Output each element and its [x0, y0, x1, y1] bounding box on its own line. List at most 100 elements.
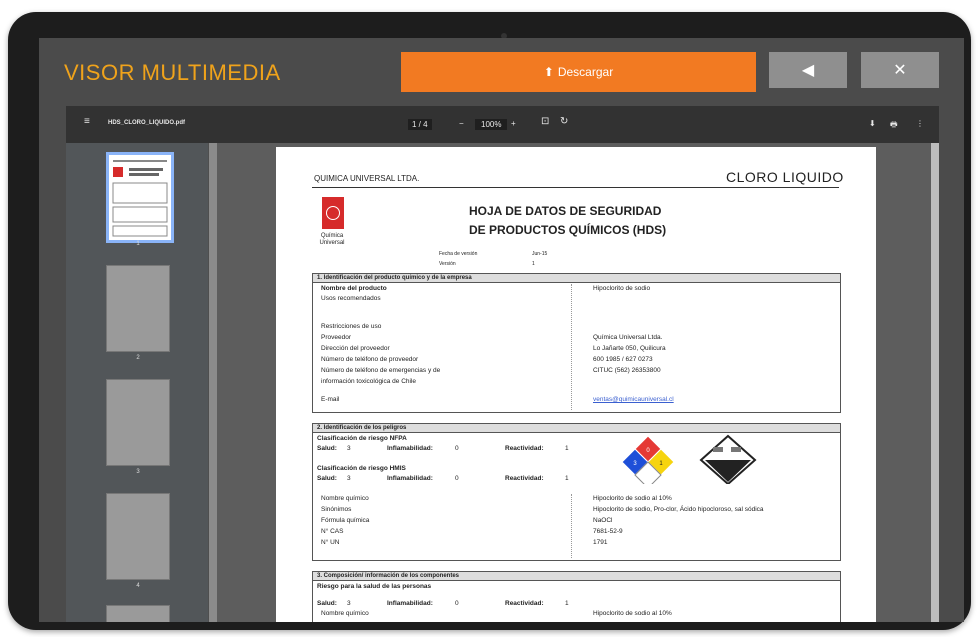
pdf-toolbar: ≡ HDS_CLORO_LIQUIDO.pdf 1 / 4 − 100% + ⊡… — [66, 106, 939, 143]
row-label: E-mail — [321, 396, 340, 403]
salud-value: 3 — [347, 475, 351, 482]
inflamabilidad-label: Inflamabilidad: — [387, 445, 433, 452]
section-2-title: 2. Identificación de los peligros — [313, 424, 840, 433]
reactividad-value: 1 — [565, 475, 569, 482]
reactividad-value: 1 — [565, 600, 569, 607]
thumbnail-page-2[interactable] — [106, 265, 170, 352]
page-scrollbar[interactable] — [931, 143, 939, 622]
nfpa-diamond-icon: 0 3 1 — [621, 435, 675, 484]
corrosive-hazard-icon — [699, 434, 757, 484]
company-name: QUIMICA UNIVERSAL LTDA. — [314, 174, 420, 183]
salud-value: 3 — [347, 600, 351, 607]
document-title-line1: HOJA DE DATOS DE SEGURIDAD — [469, 204, 662, 218]
back-arrow-icon: ◀ — [801, 62, 815, 79]
salud-label: Salud: — [317, 600, 337, 607]
pdf-viewer: ≡ HDS_CLORO_LIQUIDO.pdf 1 / 4 − 100% + ⊡… — [66, 106, 939, 622]
menu-icon[interactable]: ≡ — [84, 116, 90, 127]
page-area: QUIMICA UNIVERSAL LTDA. CLORO LIQUIDO Qu… — [217, 143, 931, 622]
salud-value: 3 — [347, 445, 351, 452]
version-label: Versión — [439, 261, 456, 267]
thumbnail-page-3[interactable] — [106, 379, 170, 466]
app-title: VISOR MULTIMEDIA — [64, 60, 281, 85]
more-options-icon[interactable]: ⋮ — [916, 119, 924, 128]
product-name: CLORO LIQUIDO — [726, 169, 844, 185]
screen: VISOR MULTIMEDIA ⬆ Descargar ◀ ✕ ≡ HDS_C… — [39, 38, 964, 622]
inflamabilidad-value: 0 — [455, 475, 459, 482]
row-value: Hipoclorito de sodio, Pro-clor, Ácido hi… — [593, 506, 764, 513]
thumbnail-number: 2 — [136, 355, 140, 361]
print-icon[interactable]: 🖶 — [890, 119, 898, 133]
reactividad-value: 1 — [565, 445, 569, 452]
section-1: 1. Identificación del producto químico y… — [312, 273, 841, 413]
reactividad-label: Reactividad: — [505, 475, 544, 482]
row-label: Número de teléfono de proveedor — [321, 356, 419, 363]
row-label: información toxicológica de Chile — [321, 378, 417, 385]
inflamabilidad-value: 0 — [455, 445, 459, 452]
download-label: Descargar — [557, 65, 614, 79]
row-value: 1791 — [593, 539, 608, 546]
reactividad-label: Reactividad: — [505, 445, 544, 452]
file-name: HDS_CLORO_LIQUIDO.pdf — [108, 120, 186, 126]
row-value: CITUC (562) 26353800 — [593, 367, 661, 374]
thumbnail-number: 4 — [136, 583, 140, 589]
salud-label: Salud: — [317, 475, 337, 482]
row-label: Nombre del producto — [321, 285, 387, 292]
pdf-page: QUIMICA UNIVERSAL LTDA. CLORO LIQUIDO Qu… — [276, 147, 876, 622]
header-divider — [312, 187, 839, 188]
row-value: 7681-52-9 — [593, 528, 623, 535]
thumbnail-number: 3 — [136, 469, 140, 475]
close-button[interactable]: ✕ — [861, 52, 939, 88]
version-value: 1 — [532, 261, 535, 267]
inflamabilidad-value: 0 — [455, 600, 459, 607]
thumbnail-sidebar: 1 2 3 4 — [66, 143, 208, 622]
row-value: Hipoclorito de sodio al 10% — [593, 495, 672, 502]
thumbnail-page-1[interactable] — [106, 152, 174, 243]
row-label: N° CAS — [321, 528, 344, 535]
thumbnail-page-4[interactable] — [106, 493, 170, 580]
document-title: HOJA DE DATOS DE SEGURIDAD DE PRODUCTOS … — [469, 202, 666, 240]
date-value: Jun-15 — [532, 251, 548, 257]
row-value: 600 1985 / 627 0273 — [593, 356, 653, 363]
close-icon: ✕ — [893, 62, 907, 79]
nfpa-title: Clasificación de riesgo NFPA — [317, 435, 407, 442]
back-button[interactable]: ◀ — [769, 52, 847, 88]
hmis-title: Clasificación de riesgo HMIS — [317, 465, 406, 472]
inflamabilidad-label: Inflamabilidad: — [387, 600, 433, 607]
document-title-line2: DE PRODUCTOS QUÍMICOS (HDS) — [469, 223, 667, 237]
row-value: Hipoclorito de sodio — [593, 285, 651, 292]
reactividad-label: Reactividad: — [505, 600, 544, 607]
row-label: Usos recomendados — [321, 295, 381, 302]
inflamabilidad-label: Inflamabilidad: — [387, 475, 433, 482]
thumbnail-scrollbar[interactable] — [209, 143, 217, 622]
date-label: Fecha de versión — [439, 251, 478, 257]
section-1-column-divider — [571, 284, 572, 410]
company-logo — [322, 197, 344, 229]
salud-label: Salud: — [317, 445, 337, 452]
row-value: NaOCl — [593, 517, 613, 524]
zoom-level[interactable]: 100% — [475, 119, 508, 130]
zoom-out-icon[interactable]: − — [459, 119, 464, 128]
download-button[interactable]: ⬆ Descargar — [401, 52, 756, 92]
fit-page-icon[interactable]: ⊡ — [541, 116, 549, 127]
row-label: Sinónimos — [321, 506, 352, 513]
section-1-title: 1. Identificación del producto químico y… — [313, 274, 840, 283]
row-label: Nombre químico — [321, 610, 369, 617]
logo-text: Química Universal — [319, 233, 345, 246]
section-3: 3. Composición/ información de los compo… — [312, 571, 841, 622]
row-value: Química Universal Ltda. — [593, 334, 663, 341]
row-value: Lo Jañarte 050, Quilicura — [593, 345, 666, 352]
row-label: Nombre químico — [321, 495, 369, 502]
rotate-icon[interactable]: ↻ — [560, 116, 568, 127]
page-indicator[interactable]: 1 / 4 — [408, 119, 432, 130]
thumbnail-number: 1 — [136, 241, 140, 247]
section-2: 2. Identificación de los peligros Clasif… — [312, 423, 841, 561]
download-icon: ⬆ — [543, 65, 554, 79]
email-link[interactable]: ventas@quimicauniversal.cl — [593, 396, 674, 403]
pdf-download-icon[interactable]: ⬇ — [869, 119, 876, 128]
section-3-subtitle: Riesgo para la salud de las personas — [317, 583, 432, 590]
thumbnail-page-5[interactable] — [106, 605, 170, 622]
row-label: Dirección del proveedor — [321, 345, 390, 352]
section-2-column-divider — [571, 494, 572, 558]
zoom-in-icon[interactable]: + — [511, 119, 516, 128]
thumbnail-page-1-preview — [112, 160, 168, 237]
